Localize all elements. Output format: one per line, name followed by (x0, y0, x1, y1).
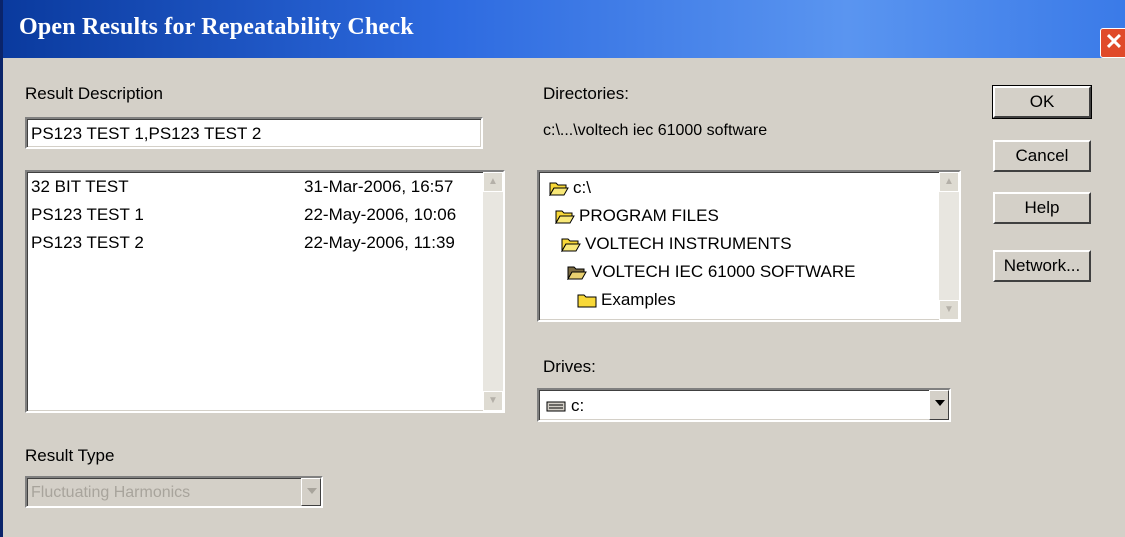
help-button[interactable]: Help (993, 192, 1091, 224)
tree-item-label: VOLTECH IEC 61000 SOFTWARE (591, 262, 856, 281)
open-folder-icon (549, 182, 569, 196)
tree-item-examples[interactable]: Examples (577, 290, 676, 310)
open-folder-icon (555, 210, 575, 224)
network-button[interactable]: Network... (993, 250, 1091, 282)
list-item-date[interactable]: 22-May-2006, 11:39 (304, 233, 455, 253)
drives-select[interactable]: c: (537, 388, 951, 422)
closed-folder-icon (577, 294, 597, 307)
list-item-date[interactable]: 22-May-2006, 10:06 (304, 205, 456, 225)
dialog-window: Open Results for Repeatability Check ✕ R… (0, 0, 1125, 537)
scroll-down-button[interactable]: ▼ (939, 300, 959, 320)
directories-scrollbar[interactable]: ▲ ▼ (939, 172, 959, 320)
scroll-down-button[interactable]: ▼ (483, 391, 503, 411)
tree-item-root[interactable]: c:\ (549, 178, 591, 198)
tree-item-label: c:\ (573, 178, 591, 197)
ok-button[interactable]: OK (992, 85, 1092, 119)
drives-value: c: (571, 396, 585, 415)
result-type-value: Fluctuating Harmonics (31, 484, 191, 501)
close-icon: ✕ (1104, 29, 1124, 54)
results-list[interactable]: 32 BIT TEST 31-Mar-2006, 16:57 PS123 TES… (25, 170, 505, 413)
tree-item-label: Examples (601, 290, 676, 309)
drives-dropdown-button[interactable] (929, 390, 949, 420)
close-button[interactable]: ✕ (1100, 28, 1125, 58)
list-item-name[interactable]: 32 BIT TEST (31, 177, 129, 197)
list-item-name[interactable]: PS123 TEST 1 (31, 205, 144, 225)
drive-icon (546, 401, 566, 411)
directories-current-path: c:\...\voltech iec 61000 software (543, 122, 768, 139)
result-type-dropdown-button[interactable] (301, 478, 321, 506)
tree-item-voltech-iec-61000-software[interactable]: VOLTECH IEC 61000 SOFTWARE (567, 262, 856, 282)
result-type-select[interactable]: Fluctuating Harmonics (25, 476, 323, 508)
chevron-down-icon (935, 400, 945, 406)
result-description-label: Result Description (25, 84, 163, 103)
open-folder-icon (561, 238, 581, 252)
list-item-date[interactable]: 31-Mar-2006, 16:57 (304, 177, 453, 197)
scroll-up-button[interactable]: ▲ (483, 172, 503, 192)
results-list-viewport: 32 BIT TEST 31-Mar-2006, 16:57 PS123 TES… (27, 172, 481, 411)
result-description-field[interactable]: PS123 TEST 1,PS123 TEST 2 (25, 117, 483, 149)
chevron-down-icon (307, 488, 317, 494)
list-item-name[interactable]: PS123 TEST 2 (31, 233, 144, 253)
window-title: Open Results for Repeatability Check (19, 14, 414, 40)
scroll-up-button[interactable]: ▲ (939, 172, 959, 192)
open-folder-icon (567, 266, 587, 280)
result-type-label: Result Type (25, 446, 115, 465)
results-list-scrollbar[interactable]: ▲ ▼ (483, 172, 503, 411)
tree-item-label: VOLTECH INSTRUMENTS (585, 234, 792, 253)
result-description-value: PS123 TEST 1,PS123 TEST 2 (31, 124, 262, 143)
drives-label: Drives: (543, 357, 596, 376)
tree-item-program-files[interactable]: PROGRAM FILES (555, 206, 719, 226)
drives-value-container: c: (545, 396, 584, 416)
title-bar[interactable]: Open Results for Repeatability Check ✕ (3, 0, 1125, 58)
tree-item-voltech-instruments[interactable]: VOLTECH INSTRUMENTS (561, 234, 792, 254)
tree-item-label: PROGRAM FILES (579, 206, 719, 225)
directories-tree[interactable]: c:\ PROGRAM FILES VOLTECH INSTRUMENTS VO… (537, 170, 961, 322)
directories-label: Directories: (543, 84, 629, 103)
cancel-button[interactable]: Cancel (993, 140, 1091, 172)
